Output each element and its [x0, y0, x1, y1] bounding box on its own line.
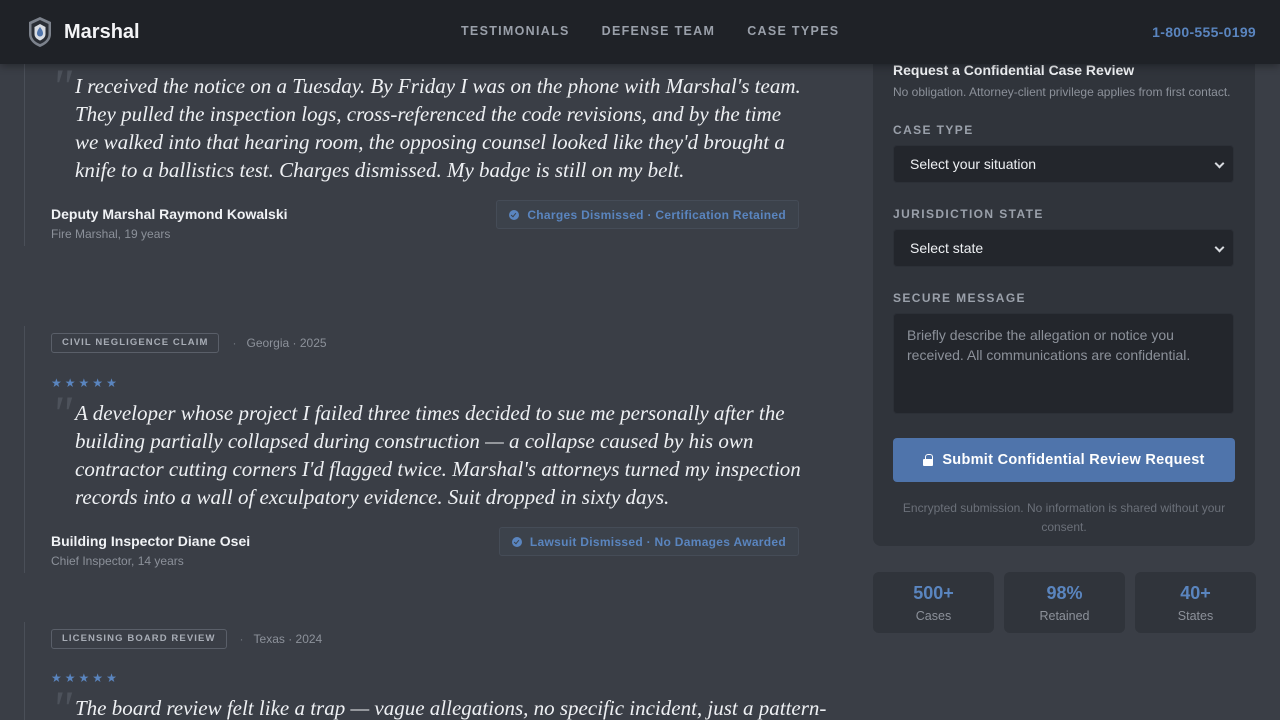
- testimonial-quote: The board review felt like a trap — vagu…: [75, 696, 827, 720]
- case-type-tag: CIVIL NEGLIGENCE CLAIM: [51, 333, 220, 353]
- submit-label: Submit Confidential Review Request: [942, 452, 1205, 468]
- testimonial-quote: A developer whose project I failed three…: [75, 401, 801, 509]
- stats-row: 500+ Cases 98% Retained 40+ States: [873, 572, 1256, 633]
- main-nav: TESTIMONIALS DEFENSE TEAM CASE TYPES: [461, 24, 871, 38]
- case-type-value: Select your situation: [910, 156, 1037, 172]
- quote-block: " I received the notice on a Tuesday. By…: [51, 64, 824, 184]
- submit-review-button[interactable]: Submit Confidential Review Request: [893, 438, 1235, 482]
- stat-label: States: [1177, 609, 1214, 623]
- state-value: Select state: [910, 240, 984, 256]
- state-label: JURISDICTION STATE: [893, 207, 1044, 221]
- testimonial-card: ★ ★ ★ ★ ★ " I received the notice on a T…: [24, 64, 824, 246]
- card-meta: CIVIL NEGLIGENCE CLAIM · Georgia · 2025: [51, 333, 824, 353]
- star-icon: ★: [92, 671, 104, 685]
- case-review-form: Request a Confidential Case Review No ob…: [873, 40, 1255, 546]
- star-icon: ★: [92, 376, 104, 390]
- quote-mark-icon: ": [51, 64, 72, 114]
- stat-value: 98%: [1046, 583, 1083, 603]
- form-subtitle: No obligation. Attorney-client privilege…: [893, 85, 1231, 99]
- star-rating: ★ ★ ★ ★ ★: [51, 672, 824, 684]
- stat-retained: 98% Retained: [1004, 572, 1125, 633]
- nav-case-types[interactable]: CASE TYPES: [747, 24, 839, 38]
- state-select[interactable]: Select state: [893, 229, 1234, 267]
- outcome-text: Lawsuit Dismissed · No Damages Awarded: [529, 534, 786, 549]
- author-role: Fire Marshal, 19 years: [51, 227, 171, 241]
- chevron-down-icon: [1214, 242, 1225, 253]
- chevron-down-icon: [1214, 158, 1225, 169]
- stat-label: Retained: [1039, 609, 1090, 623]
- form-title: Request a Confidential Case Review: [893, 62, 1135, 78]
- outcome-badge: Charges Dismissed · Certification Retain…: [496, 200, 799, 229]
- quote-block: " A developer whose project I failed thr…: [51, 388, 824, 511]
- stat-cases: 500+ Cases: [873, 572, 994, 633]
- card-meta: LICENSING BOARD REVIEW · Texas · 2024: [51, 629, 824, 649]
- stat-value: 500+: [913, 583, 954, 603]
- phone-link[interactable]: 1-800-555-0199: [1152, 24, 1256, 40]
- testimonials-feed[interactable]: ★ ★ ★ ★ ★ " I received the notice on a T…: [0, 64, 850, 720]
- nav-testimonials[interactable]: TESTIMONIALS: [461, 24, 570, 38]
- nav-defense-team[interactable]: DEFENSE TEAM: [602, 24, 716, 38]
- case-type-tag: LICENSING BOARD REVIEW: [51, 629, 227, 649]
- stat-label: Cases: [915, 609, 952, 623]
- testimonial-card: CIVIL NEGLIGENCE CLAIM · Georgia · 2025 …: [24, 326, 824, 573]
- stat-states: 40+ States: [1135, 572, 1256, 633]
- lock-icon: [923, 454, 934, 466]
- quote-mark-icon: ": [51, 680, 72, 720]
- case-type-label: CASE TYPE: [893, 123, 974, 137]
- testimonial-card: LICENSING BOARD REVIEW · Texas · 2024 ★ …: [24, 622, 827, 720]
- stat-value: 40+: [1180, 583, 1211, 603]
- star-icon: ★: [78, 671, 90, 685]
- brand-name: Marshal: [64, 20, 140, 43]
- case-location: Texas · 2024: [253, 632, 323, 646]
- meta-separator: ·: [239, 632, 244, 646]
- shield-badge-icon: [29, 17, 51, 47]
- case-location: Georgia · 2025: [246, 336, 327, 350]
- message-label: SECURE MESSAGE: [893, 291, 1026, 305]
- outcome-badge: Lawsuit Dismissed · No Damages Awarded: [498, 527, 799, 556]
- site-header: Marshal TESTIMONIALS DEFENSE TEAM CASE T…: [0, 0, 1280, 64]
- brand[interactable]: Marshal: [27, 16, 140, 48]
- check-circle-icon: [511, 536, 522, 547]
- star-icon: ★: [106, 671, 117, 685]
- testimonial-quote: I received the notice on a Tuesday. By F…: [75, 74, 801, 182]
- check-circle-icon: [509, 209, 520, 220]
- outcome-text: Charges Dismissed · Certification Retain…: [527, 207, 786, 222]
- secure-message-input[interactable]: Briefly describe the allegation or notic…: [893, 313, 1234, 414]
- author-role: Chief Inspector, 14 years: [51, 554, 184, 568]
- author-row: Building Inspector Diane Osei Chief Insp…: [51, 527, 824, 573]
- case-type-select[interactable]: Select your situation: [893, 145, 1234, 183]
- star-rating: ★ ★ ★ ★ ★: [51, 377, 824, 389]
- quote-mark-icon: ": [51, 385, 72, 441]
- meta-separator: ·: [232, 336, 237, 350]
- quote-block: " The board review felt like a trap — va…: [51, 683, 827, 720]
- star-icon: ★: [78, 376, 90, 390]
- form-disclaimer: Encrypted submission. No information is …: [902, 501, 1226, 534]
- star-icon: ★: [106, 376, 117, 390]
- author-row: Deputy Marshal Raymond Kowalski Fire Mar…: [51, 200, 824, 246]
